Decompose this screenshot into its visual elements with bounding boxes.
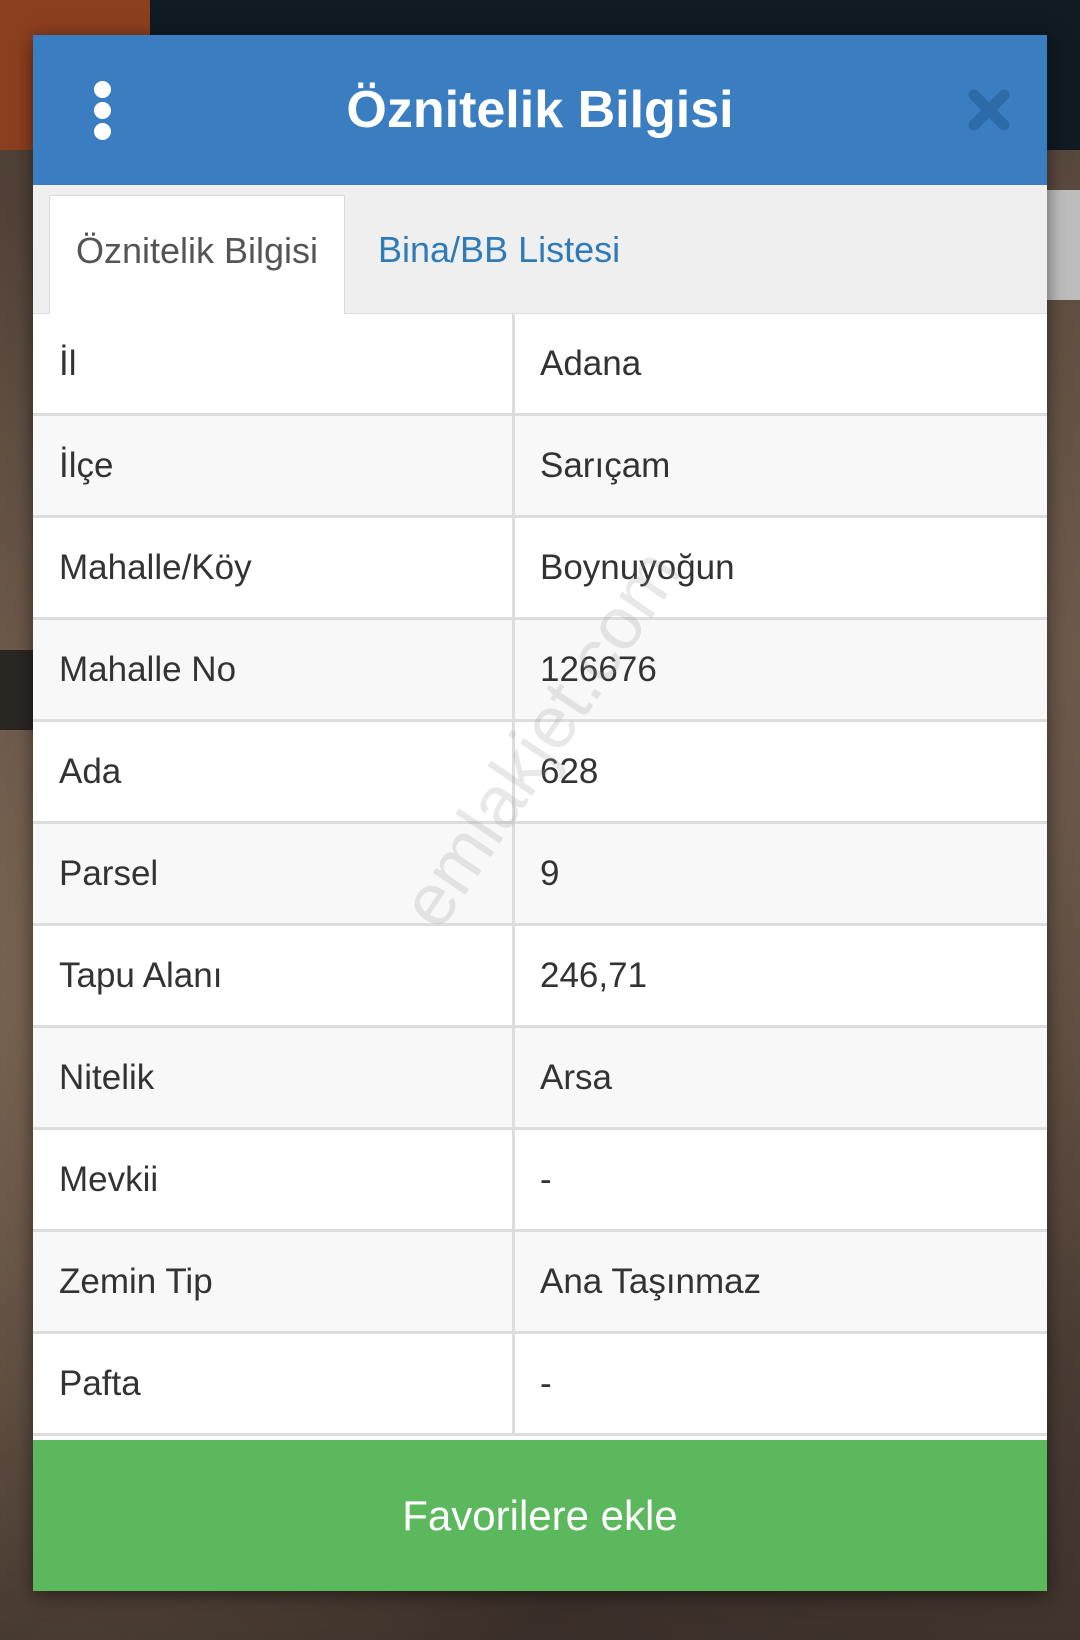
attribute-value: Adana xyxy=(540,344,642,383)
add-to-favorites-button[interactable]: Favorilere ekle xyxy=(33,1440,1047,1591)
map-background-detail xyxy=(0,650,34,730)
table-row: Zemin Tip Ana Taşınmaz xyxy=(33,1232,1047,1334)
attribute-key: Nitelik xyxy=(33,1028,515,1127)
attribute-key: Mahalle/Köy xyxy=(33,518,515,617)
attribute-key: Parsel xyxy=(33,824,515,923)
attribute-key: Mahalle No xyxy=(33,620,515,719)
attribute-key: Tapu Alanı xyxy=(33,926,515,1025)
table-row: Parsel 9 xyxy=(33,824,1047,926)
table-row: Pafta - xyxy=(33,1334,1047,1436)
tab-bar: Öznitelik Bilgisi Bina/BB Listesi xyxy=(33,185,1047,314)
attribute-value: Boynuyoğun xyxy=(540,548,735,587)
dialog-header: Öznitelik Bilgisi xyxy=(33,35,1047,185)
table-row: Nitelik Arsa xyxy=(33,1028,1047,1130)
table-row: Mahalle No 126676 xyxy=(33,620,1047,722)
close-icon[interactable] xyxy=(966,87,1012,133)
attribute-value: Arsa xyxy=(540,1058,612,1097)
attribute-table: İl Adana İlçe Sarıçam Mahalle/Köy Boynuy… xyxy=(33,314,1047,1436)
attribute-dialog: Öznitelik Bilgisi Öznitelik Bilgisi Bina… xyxy=(33,35,1047,1591)
attribute-value: 246,71 xyxy=(540,956,648,995)
dialog-title: Öznitelik Bilgisi xyxy=(346,81,734,139)
attribute-value: 628 xyxy=(540,752,599,791)
table-row: İl Adana xyxy=(33,314,1047,416)
attribute-key: Ada xyxy=(33,722,515,821)
table-row: Mevkii - xyxy=(33,1130,1047,1232)
attribute-value: Sarıçam xyxy=(540,446,671,485)
attribute-key: Pafta xyxy=(33,1334,515,1433)
map-background-detail xyxy=(1046,190,1080,300)
table-row: Ada 628 xyxy=(33,722,1047,824)
attribute-value: 126676 xyxy=(540,650,657,689)
tab-attribute-info[interactable]: Öznitelik Bilgisi xyxy=(49,195,345,314)
table-row: İlçe Sarıçam xyxy=(33,416,1047,518)
attribute-value: Ana Taşınmaz xyxy=(540,1262,762,1301)
attribute-key: Zemin Tip xyxy=(33,1232,515,1331)
attribute-value: 9 xyxy=(540,854,560,893)
attribute-key: Mevkii xyxy=(33,1130,515,1229)
attribute-key: İl xyxy=(33,314,515,413)
table-row: Tapu Alanı 246,71 xyxy=(33,926,1047,1028)
attribute-value: - xyxy=(540,1160,552,1199)
attribute-value: - xyxy=(540,1364,552,1403)
table-row: Mahalle/Köy Boynuyoğun xyxy=(33,518,1047,620)
attribute-key: İlçe xyxy=(33,416,515,515)
tab-building-list[interactable]: Bina/BB Listesi xyxy=(378,195,698,313)
